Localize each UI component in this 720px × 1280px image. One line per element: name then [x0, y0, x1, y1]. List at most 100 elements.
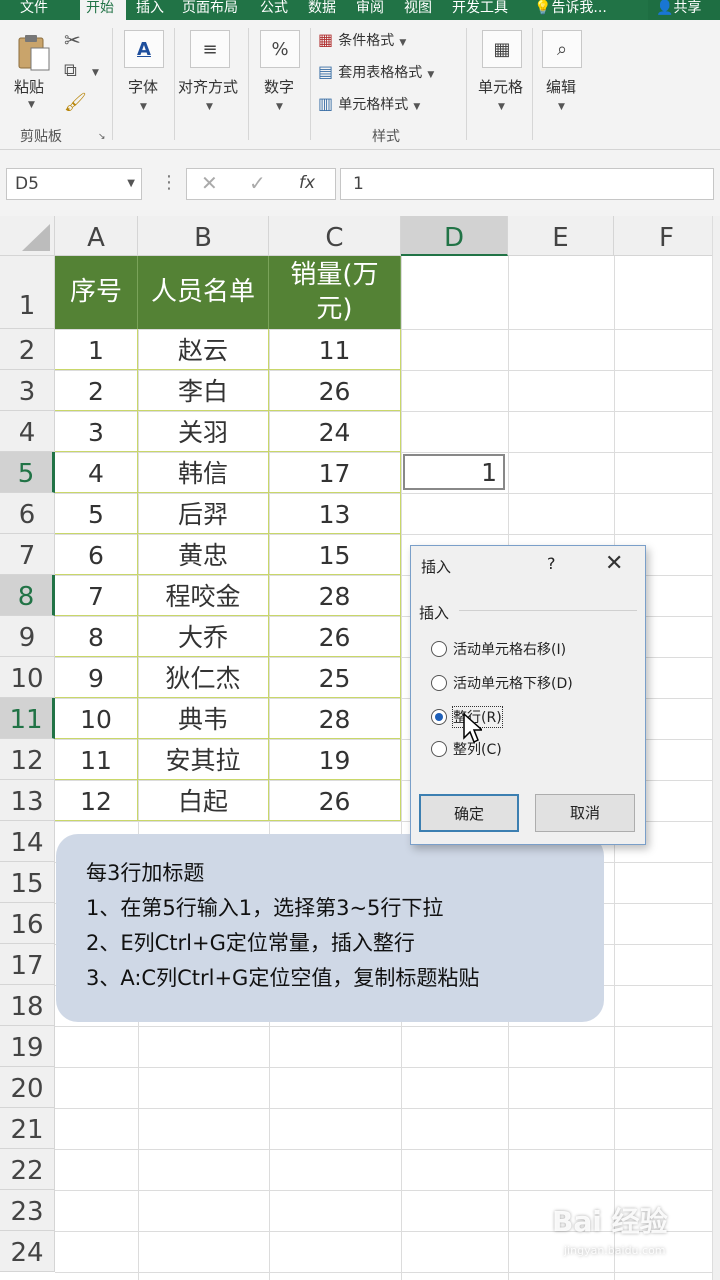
table-cell[interactable]: 15	[269, 534, 401, 575]
table-cell[interactable]: 白起	[138, 780, 269, 821]
option-shift-down[interactable]: 活动单元格下移(D)	[431, 672, 573, 694]
table-cell[interactable]: 程咬金	[138, 575, 269, 616]
tab-review[interactable]: 审阅	[350, 0, 396, 20]
table-cell[interactable]: 后羿	[138, 493, 269, 534]
radio-button[interactable]	[431, 641, 447, 657]
tab-formulas[interactable]: 公式	[254, 0, 300, 20]
row-header-24[interactable]: 24	[0, 1231, 55, 1272]
tab-developer[interactable]: 开发工具	[446, 0, 522, 20]
font-button[interactable]: A	[124, 30, 164, 68]
row-header-15[interactable]: 15	[0, 862, 55, 903]
column-header-d[interactable]: D	[401, 216, 508, 256]
editing-button[interactable]: ⌕	[542, 30, 582, 68]
table-cell[interactable]: 6	[55, 534, 138, 575]
row-header-10[interactable]: 10	[0, 657, 55, 698]
paste-button[interactable]: 粘贴 ▼	[10, 30, 56, 112]
option-shift-right[interactable]: 活动单元格右移(I)	[431, 638, 566, 660]
conditional-format-button[interactable]: ▦ 条件格式 ▼	[318, 30, 406, 54]
table-cell[interactable]: 26	[269, 616, 401, 657]
radio-button[interactable]	[431, 741, 447, 757]
table-cell[interactable]: 11	[269, 329, 401, 370]
format-as-table-button[interactable]: ▤ 套用表格格式 ▼	[318, 62, 434, 86]
table-cell[interactable]: 大乔	[138, 616, 269, 657]
table-cell[interactable]: 17	[269, 452, 401, 493]
row-header-4[interactable]: 4	[0, 411, 55, 452]
tab-file[interactable]: 文件	[14, 0, 72, 20]
table-cell[interactable]: 7	[55, 575, 138, 616]
column-header-b[interactable]: B	[138, 216, 269, 256]
table-cell[interactable]: 8	[55, 616, 138, 657]
chevron-down-icon[interactable]: ▼	[127, 169, 135, 199]
table-header-cell[interactable]: 人员名单	[138, 256, 269, 329]
row-header-19[interactable]: 19	[0, 1026, 55, 1067]
table-cell[interactable]: 26	[269, 780, 401, 821]
row-header-18[interactable]: 18	[0, 985, 55, 1026]
table-header-cell[interactable]: 序号	[55, 256, 138, 329]
cancel-icon[interactable]: ✕	[201, 171, 218, 195]
radio-button-selected[interactable]	[431, 709, 447, 725]
row-header-2[interactable]: 2	[0, 329, 55, 370]
help-icon[interactable]: ?	[547, 554, 556, 573]
select-all-corner[interactable]	[0, 216, 55, 256]
number-button[interactable]: %	[260, 30, 300, 68]
table-cell[interactable]: 典韦	[138, 698, 269, 739]
ok-button[interactable]: 确定	[419, 794, 519, 832]
table-cell[interactable]: 安其拉	[138, 739, 269, 780]
row-header-3[interactable]: 3	[0, 370, 55, 411]
column-header-f[interactable]: F	[614, 216, 720, 256]
insert-function-icon[interactable]: fx	[299, 173, 315, 193]
table-cell[interactable]: 黄忠	[138, 534, 269, 575]
table-cell[interactable]: 关羽	[138, 411, 269, 452]
row-header-22[interactable]: 22	[0, 1149, 55, 1190]
table-cell[interactable]: 狄仁杰	[138, 657, 269, 698]
copy-icon[interactable]: ⧉	[64, 60, 77, 81]
active-cell-d5[interactable]: 1	[403, 454, 505, 490]
dialog-launcher-icon[interactable]: ↘	[98, 132, 106, 142]
table-cell[interactable]: 28	[269, 575, 401, 616]
table-cell[interactable]: 李白	[138, 370, 269, 411]
table-cell[interactable]: 10	[55, 698, 138, 739]
cancel-button[interactable]: 取消	[535, 794, 635, 832]
radio-button[interactable]	[431, 675, 447, 691]
table-header-cell[interactable]: 销量(万 元)	[269, 256, 401, 329]
row-header-13[interactable]: 13	[0, 780, 55, 821]
row-header-16[interactable]: 16	[0, 903, 55, 944]
column-header-e[interactable]: E	[508, 216, 614, 256]
enter-icon[interactable]: ✓	[249, 171, 266, 195]
table-cell[interactable]: 2	[55, 370, 138, 411]
row-header-1[interactable]: 1	[0, 256, 55, 329]
row-header-6[interactable]: 6	[0, 493, 55, 534]
table-cell[interactable]: 5	[55, 493, 138, 534]
row-header-11[interactable]: 11	[0, 698, 55, 739]
row-header-14[interactable]: 14	[0, 821, 55, 862]
column-header-c[interactable]: C	[269, 216, 401, 256]
table-cell[interactable]: 19	[269, 739, 401, 780]
table-cell[interactable]: 4	[55, 452, 138, 493]
table-cell[interactable]: 28	[269, 698, 401, 739]
row-header-21[interactable]: 21	[0, 1108, 55, 1149]
close-icon[interactable]: ✕	[605, 551, 623, 576]
table-cell[interactable]: 24	[269, 411, 401, 452]
row-header-7[interactable]: 7	[0, 534, 55, 575]
more-icon[interactable]: ⋮	[160, 172, 178, 193]
vertical-scrollbar[interactable]	[712, 216, 720, 1280]
row-header-8[interactable]: 8	[0, 575, 55, 616]
table-cell[interactable]: 9	[55, 657, 138, 698]
share-button[interactable]: 👤共享	[648, 0, 720, 20]
table-cell[interactable]: 赵云	[138, 329, 269, 370]
cells-button[interactable]: ▦	[482, 30, 522, 68]
row-header-23[interactable]: 23	[0, 1190, 55, 1231]
row-header-9[interactable]: 9	[0, 616, 55, 657]
alignment-button[interactable]: ≡	[190, 30, 230, 68]
table-cell[interactable]: 26	[269, 370, 401, 411]
format-painter-icon[interactable]: 🖌	[64, 92, 87, 113]
row-header-12[interactable]: 12	[0, 739, 55, 780]
tab-view[interactable]: 视图	[398, 0, 444, 20]
table-cell[interactable]: 1	[55, 329, 138, 370]
cell-styles-button[interactable]: ▥ 单元格样式 ▼	[318, 94, 420, 118]
tab-home[interactable]: 开始	[80, 0, 126, 20]
cut-icon[interactable]: ✂	[64, 28, 81, 52]
table-cell[interactable]: 13	[269, 493, 401, 534]
table-cell[interactable]: 12	[55, 780, 138, 821]
row-header-5[interactable]: 5	[0, 452, 55, 493]
